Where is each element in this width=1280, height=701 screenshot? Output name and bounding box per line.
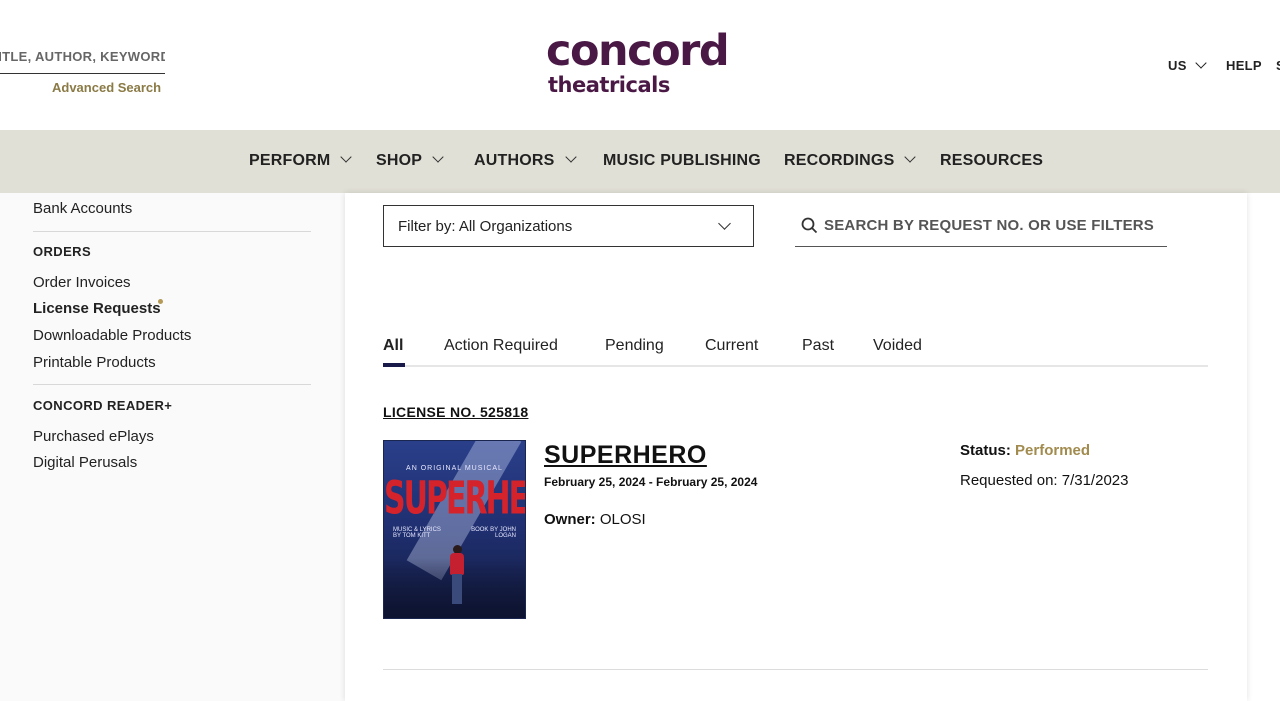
nav-recordings[interactable]: RECORDINGS (784, 151, 917, 170)
poster-figure (450, 553, 464, 575)
sidebar-heading-orders: ORDERS (33, 244, 92, 259)
nav-label: SHOP (376, 152, 423, 169)
tab-current[interactable]: Current (705, 337, 758, 355)
tab-action-required[interactable]: Action Required (444, 337, 558, 355)
status-badge: Performed (1015, 442, 1091, 459)
status-tabs: All Action Required Pending Current Past… (383, 337, 1208, 367)
poster-subtitle: AN ORIGINAL MUSICAL (406, 465, 503, 472)
license-owner: Owner: OLOSI (544, 511, 646, 528)
sidebar-item-downloadable-products[interactable]: Downloadable Products (33, 327, 191, 344)
sidebar-heading-concord-reader: CONCORD READER+ (33, 398, 173, 413)
nav-label: MUSIC PUBLISHING (603, 152, 761, 169)
sidebar-item-digital-perusals[interactable]: Digital Perusals (33, 454, 137, 471)
chevron-down-icon (432, 151, 444, 163)
region-selector[interactable]: US (1168, 57, 1207, 73)
nav-authors[interactable]: AUTHORS (474, 151, 577, 170)
logo-wordmark-bottom: theatricals (548, 73, 670, 97)
poster-title: SUPERHERO (384, 473, 526, 526)
sidebar-item-printable-products[interactable]: Printable Products (33, 354, 156, 371)
site-header: Advanced Search concord theatricals US H… (0, 0, 1280, 130)
poster-figure-legs (452, 574, 462, 604)
sidebar-item-order-invoices[interactable]: Order Invoices (33, 274, 131, 291)
main-nav: PERFORM SHOP AUTHORS MUSIC PUBLISHING RE… (0, 130, 1280, 193)
help-link[interactable]: HELP (1226, 58, 1262, 73)
status-label: Status: (960, 442, 1011, 459)
license-status: Status: Performed (960, 442, 1090, 459)
tab-voided[interactable]: Voided (873, 337, 922, 355)
sidebar-divider (33, 384, 311, 385)
region-label: US (1168, 58, 1187, 73)
site-search-input[interactable] (0, 40, 165, 74)
cart-link[interactable]: S (1276, 58, 1280, 73)
chevron-down-icon (904, 151, 917, 163)
active-tab-indicator (383, 363, 405, 367)
notification-dot (158, 299, 163, 304)
sidebar-item-license-requests[interactable]: License Requests (33, 300, 161, 317)
chevron-down-icon (564, 151, 577, 163)
concord-logo[interactable]: concord theatricals (546, 28, 746, 103)
nav-music-publishing[interactable]: MUSIC PUBLISHING (603, 152, 761, 170)
owner-label: Owner: (544, 511, 596, 528)
account-sidebar: Bank Accounts ORDERS Order Invoices Lice… (0, 193, 345, 701)
nav-label: PERFORM (249, 152, 331, 169)
nav-shop[interactable]: SHOP (376, 151, 444, 170)
poster-credits: MUSIC & LYRICS BY TOM KITT BOOK BY JOHN … (384, 527, 525, 539)
show-poster-image[interactable]: AN ORIGINAL MUSICAL SUPERHERO MUSIC & LY… (383, 440, 526, 619)
site-search (0, 40, 165, 74)
poster-credit-left: MUSIC & LYRICS BY TOM KITT (393, 527, 441, 539)
license-requests-panel: Filter by: All Organizations SEARCH BY R… (345, 193, 1247, 701)
advanced-search-link[interactable]: Advanced Search (52, 80, 161, 95)
logo-wordmark-top: concord (546, 26, 730, 76)
list-divider (383, 669, 1208, 670)
performance-dates: February 25, 2024 - February 25, 2024 (544, 475, 758, 489)
organization-filter-select[interactable]: Filter by: All Organizations (383, 205, 754, 247)
license-number-link[interactable]: LICENSE NO. 525818 (383, 404, 528, 420)
nav-resources[interactable]: RESOURCES (940, 152, 1043, 170)
chevron-down-icon (718, 217, 731, 230)
nav-label: RECORDINGS (784, 152, 895, 169)
sidebar-item-purchased-eplays[interactable]: Purchased ePlays (33, 428, 154, 445)
chevron-down-icon (340, 151, 353, 163)
nav-perform[interactable]: PERFORM (249, 151, 353, 170)
chevron-down-icon (1195, 57, 1207, 69)
nav-label: AUTHORS (474, 152, 555, 169)
poster-credit-right: BOOK BY JOHN LOGAN (471, 527, 516, 539)
nav-label: RESOURCES (940, 152, 1044, 169)
search-icon (801, 217, 818, 234)
owner-value: OLOSI (599, 511, 646, 528)
sidebar-divider (33, 231, 311, 232)
sidebar-item-bank-accounts[interactable]: Bank Accounts (33, 200, 132, 217)
request-search-placeholder: SEARCH BY REQUEST NO. OR USE FILTERS (824, 217, 1155, 234)
tab-past[interactable]: Past (802, 337, 834, 355)
filter-label: Filter by: All Organizations (398, 218, 573, 235)
request-search-input[interactable]: SEARCH BY REQUEST NO. OR USE FILTERS (795, 205, 1167, 247)
tab-all[interactable]: All (383, 337, 403, 355)
show-title-link[interactable]: SUPERHERO (544, 441, 707, 470)
requested-date: Requested on: 7/31/2023 (960, 472, 1129, 489)
tab-pending[interactable]: Pending (605, 337, 664, 355)
